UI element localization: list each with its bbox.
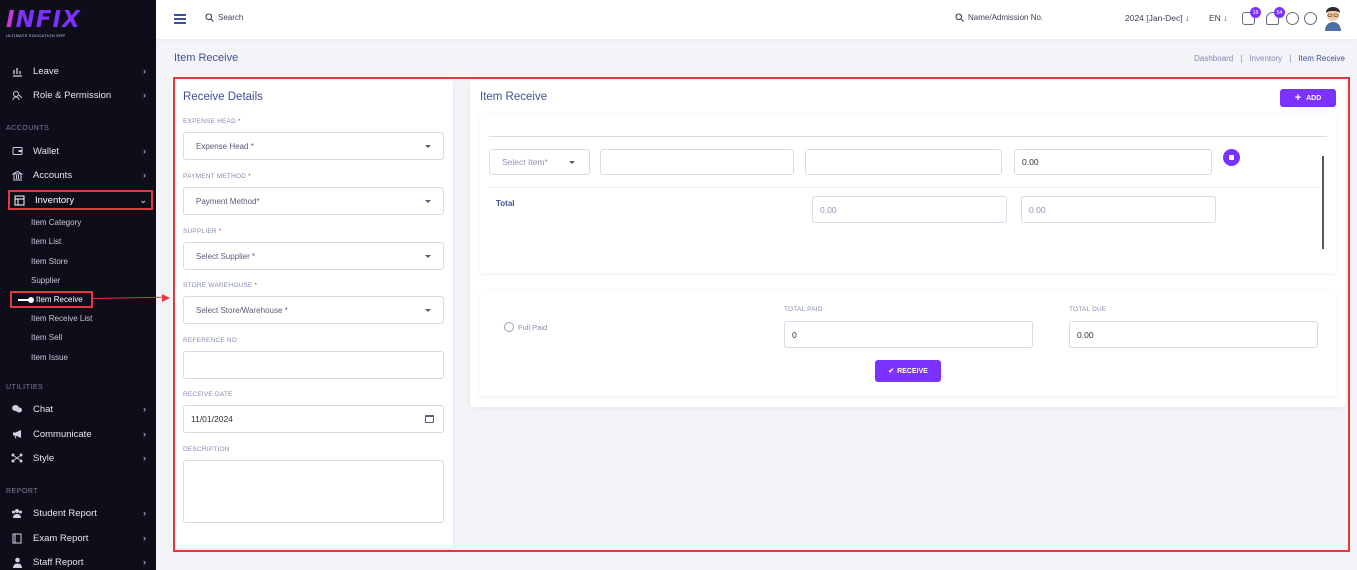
chat-badge: 16 xyxy=(1250,7,1261,18)
sidebar-subitem-item-receive-list[interactable]: Item Receive List xyxy=(31,314,92,323)
sidebar: INFIX ULTIMATE EDUCATION ERP Leave › Rol… xyxy=(0,0,156,570)
sidebar-item-student-report[interactable]: Student Report › xyxy=(10,503,150,523)
sidebar-item-wallet[interactable]: Wallet › xyxy=(10,141,150,161)
section-label-utilities: UTILITIES xyxy=(6,384,44,391)
chevron-right-icon: › xyxy=(143,404,146,414)
sidebar-item-label: Chat xyxy=(33,403,54,415)
student-search-label: Name/Admission No. xyxy=(968,13,1044,22)
notification-badge: 54 xyxy=(1274,7,1285,18)
language-label: EN xyxy=(1209,13,1221,23)
arrow-down-icon: ↓ xyxy=(1223,13,1228,23)
chevron-right-icon: › xyxy=(143,453,146,463)
logo-subtitle: ULTIMATE EDUCATION ERP xyxy=(6,33,66,38)
users-icon xyxy=(10,506,24,520)
student-search-button[interactable]: Name/Admission No. xyxy=(955,13,1043,22)
globe-icon[interactable] xyxy=(1286,12,1299,25)
menu-icon[interactable] xyxy=(174,14,186,24)
arrow-down-icon: ↓ xyxy=(1185,13,1190,23)
search-icon xyxy=(955,13,964,22)
breadcrumb-dashboard[interactable]: Dashboard xyxy=(1194,54,1233,63)
sidebar-item-staff-report[interactable]: Staff Report › xyxy=(10,552,150,570)
search-label: Search xyxy=(218,13,244,22)
sidebar-item-accounts[interactable]: Accounts › xyxy=(10,165,150,185)
breadcrumb-current: Item Receive xyxy=(1298,54,1345,63)
active-indicator xyxy=(18,296,34,303)
sidebar-item-label: Inventory xyxy=(35,194,75,206)
chevron-right-icon: › xyxy=(143,508,146,518)
avatar[interactable] xyxy=(1323,7,1343,31)
page-title: Item Receive xyxy=(174,52,239,64)
sidebar-item-label: Leave xyxy=(33,65,59,77)
section-label-report: REPORT xyxy=(6,488,39,495)
user-icon xyxy=(10,555,24,569)
bank-icon xyxy=(10,168,24,182)
chevron-right-icon: › xyxy=(143,170,146,180)
sidebar-subitem-item-sell[interactable]: Item Sell xyxy=(31,333,62,342)
sidebar-item-style[interactable]: Style › xyxy=(10,448,150,468)
chevron-right-icon: › xyxy=(143,66,146,76)
chevron-right-icon: › xyxy=(143,146,146,156)
breadcrumb: Dashboard | Inventory | Item Receive xyxy=(1194,54,1345,63)
sidebar-item-label: Exam Report xyxy=(33,532,89,544)
sidebar-item-exam-report[interactable]: Exam Report › xyxy=(10,528,150,548)
session-selector[interactable]: 2024 [Jan-Dec] ↓ xyxy=(1125,13,1189,23)
session-label: 2024 [Jan-Dec] xyxy=(1125,13,1183,23)
search-button[interactable]: Search xyxy=(205,13,243,22)
breadcrumb-separator: | xyxy=(1289,54,1292,63)
chevron-right-icon: › xyxy=(143,90,146,100)
sidebar-subitem-item-issue[interactable]: Item Issue xyxy=(31,353,68,362)
logo[interactable]: INFIX ULTIMATE EDUCATION ERP xyxy=(6,8,81,38)
search-icon xyxy=(205,13,214,22)
sidebar-item-label: Accounts xyxy=(33,169,73,181)
book-icon xyxy=(10,531,24,545)
top-bar: Search Name/Admission No. 2024 [Jan-Dec]… xyxy=(156,0,1357,39)
sidebar-item-communicate[interactable]: Communicate › xyxy=(10,424,150,444)
logo-letter: I xyxy=(6,7,16,33)
sidebar-item-label: Wallet xyxy=(33,145,60,157)
sidebar-subitem-supplier[interactable]: Supplier xyxy=(31,276,60,285)
chevron-right-icon: › xyxy=(143,533,146,543)
chat-icon xyxy=(10,402,24,416)
sidebar-item-label: Student Report xyxy=(33,507,97,519)
sidebar-item-label: Role & Permission xyxy=(33,89,112,101)
sidebar-item-chat[interactable]: Chat › xyxy=(10,399,150,419)
role-icon xyxy=(10,88,24,102)
annotation-arrow-head xyxy=(162,294,170,302)
fingerprint-icon[interactable] xyxy=(1304,12,1317,25)
sidebar-item-role-permission[interactable]: Role & Permission › xyxy=(10,85,150,105)
sidebar-item-label: Communicate xyxy=(33,428,92,440)
section-label-accounts: ACCOUNTS xyxy=(6,125,50,132)
sidebar-item-label: Style xyxy=(33,452,55,464)
sidebar-subitem-item-store[interactable]: Item Store xyxy=(31,257,68,266)
sidebar-item-leave[interactable]: Leave › xyxy=(10,61,150,81)
wallet-icon xyxy=(10,144,24,158)
sidebar-subitem-label: Item Receive xyxy=(36,295,83,304)
style-icon xyxy=(10,451,24,465)
sidebar-subitem-item-category[interactable]: Item Category xyxy=(31,218,81,227)
logo-text: NFIX xyxy=(15,7,81,33)
language-selector[interactable]: EN ↓ xyxy=(1209,13,1227,23)
sidebar-subitem-item-list[interactable]: Item List xyxy=(31,237,61,246)
leave-icon xyxy=(10,64,24,78)
sidebar-item-inventory[interactable]: Inventory ⌄ xyxy=(8,190,153,210)
chevron-down-icon: ⌄ xyxy=(139,194,147,205)
inventory-icon xyxy=(12,193,26,207)
megaphone-icon xyxy=(10,427,24,441)
sidebar-item-label: Staff Report xyxy=(33,556,84,568)
chevron-right-icon: › xyxy=(143,429,146,439)
sidebar-subitem-item-receive[interactable]: Item Receive xyxy=(10,291,93,308)
chevron-right-icon: › xyxy=(143,557,146,567)
breadcrumb-separator: | xyxy=(1240,54,1243,63)
bell-icon[interactable]: 54 xyxy=(1266,7,1285,25)
breadcrumb-inventory[interactable]: Inventory xyxy=(1249,54,1282,63)
annotation-highlight-box xyxy=(173,77,1350,552)
chat-notification-icon[interactable]: 16 xyxy=(1242,7,1261,25)
